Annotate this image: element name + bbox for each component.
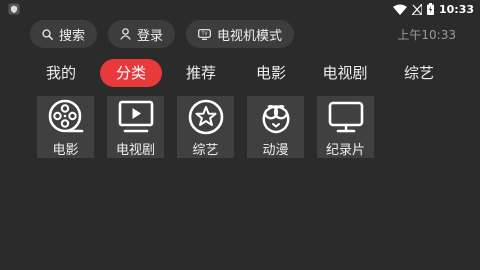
header-clock: 上午10:33 xyxy=(397,27,456,42)
category-label: 电视剧 xyxy=(115,143,155,158)
tab-movie[interactable]: 电影 xyxy=(240,59,302,87)
tv-mode-icon: TV xyxy=(198,28,211,40)
svg-text:TV: TV xyxy=(201,31,209,37)
category-documentary[interactable]: 纪录片 xyxy=(317,96,374,158)
battery-charging-icon xyxy=(426,0,434,19)
tab-tv-series[interactable]: 电视剧 xyxy=(310,59,380,87)
tab-recommend[interactable]: 推荐 xyxy=(170,59,232,87)
search-button[interactable]: 搜索 xyxy=(30,20,98,48)
bear-face-icon xyxy=(247,97,304,137)
category-variety[interactable]: 综艺 xyxy=(177,96,234,158)
user-icon xyxy=(120,28,131,40)
search-icon xyxy=(42,28,53,40)
category-anime[interactable]: 动漫 xyxy=(247,96,304,158)
star-circle-icon xyxy=(177,97,234,137)
film-reel-icon xyxy=(37,97,94,137)
category-grid: 电影 电视剧 综艺 动漫 纪录片 xyxy=(37,96,387,158)
tv-mode-label: 电视机模式 xyxy=(217,28,283,44)
tab-mine[interactable]: 我的 xyxy=(30,59,92,87)
login-button[interactable]: 登录 xyxy=(108,20,176,48)
monitor-icon xyxy=(317,97,374,137)
category-label: 综艺 xyxy=(192,143,219,158)
search-label: 搜索 xyxy=(59,28,86,44)
status-bar: 10:33 xyxy=(0,0,480,18)
tab-variety[interactable]: 综艺 xyxy=(388,59,450,87)
top-bar: 搜索 登录 TV 电视机模式 上午10:33 xyxy=(30,19,456,49)
status-time: 10:33 xyxy=(438,2,474,16)
tv-mode-button[interactable]: TV 电视机模式 xyxy=(186,20,295,48)
category-movie[interactable]: 电影 xyxy=(37,96,94,158)
tv-play-icon xyxy=(107,97,164,137)
app-shield-icon xyxy=(8,0,20,19)
category-label: 纪录片 xyxy=(325,143,365,158)
category-tv-series[interactable]: 电视剧 xyxy=(107,96,164,158)
signal-off-icon xyxy=(410,0,423,19)
category-label: 动漫 xyxy=(262,143,289,158)
category-label: 电影 xyxy=(52,143,79,158)
login-label: 登录 xyxy=(137,28,164,44)
category-tabs: 我的 分类 推荐 电影 电视剧 综艺 xyxy=(30,58,480,88)
tab-category[interactable]: 分类 xyxy=(100,59,162,87)
wifi-icon xyxy=(392,0,407,19)
